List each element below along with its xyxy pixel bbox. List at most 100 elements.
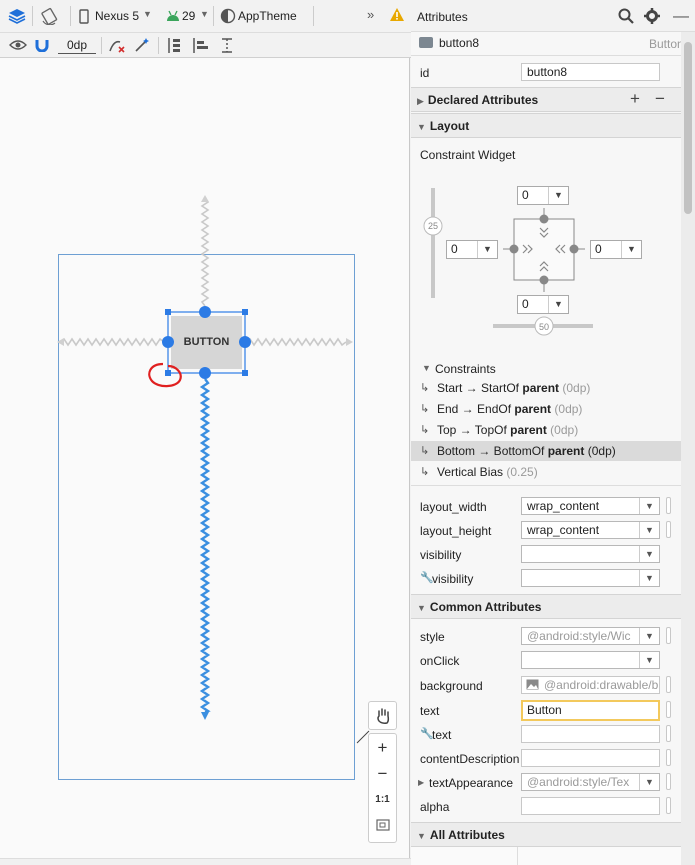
all-attributes-header[interactable]: ▼ All Attributes bbox=[411, 822, 681, 847]
zoom-out-button[interactable]: − bbox=[369, 764, 396, 784]
component-name: button8 bbox=[439, 36, 480, 50]
add-attribute-button[interactable]: + bbox=[630, 89, 640, 109]
eye-icon[interactable] bbox=[9, 39, 27, 51]
gear-icon[interactable] bbox=[644, 8, 660, 24]
infer-constraints-icon[interactable] bbox=[134, 37, 150, 53]
layout-header[interactable]: ▼ Layout bbox=[411, 113, 681, 138]
device-selector[interactable]: Nexus 5 bbox=[95, 9, 139, 23]
id-field[interactable]: button8 bbox=[521, 63, 660, 81]
pan-button[interactable] bbox=[368, 701, 397, 730]
zoom-to-fit-icon[interactable] bbox=[376, 819, 390, 831]
content-description-picker-button[interactable] bbox=[666, 749, 671, 766]
component-type: Button bbox=[649, 37, 684, 51]
chevron-down-icon: ▼ bbox=[621, 241, 641, 258]
constraint-row[interactable]: ↳ End → EndOf parent (0dp) bbox=[411, 399, 681, 419]
declared-attributes-header[interactable]: ▶ Declared Attributes + − bbox=[411, 87, 681, 112]
background-picker-button[interactable] bbox=[666, 676, 671, 693]
layout-attr-dropdown[interactable]: wrap_content ▼ bbox=[521, 521, 660, 539]
text-appearance-picker-button[interactable] bbox=[666, 773, 671, 790]
orientation-icon[interactable] bbox=[40, 7, 60, 25]
tools-text-label: text bbox=[432, 728, 452, 742]
constraint-target: parent bbox=[514, 402, 552, 416]
constraint-overlay bbox=[57, 195, 353, 720]
guidelines-icon[interactable] bbox=[219, 37, 235, 54]
bottom-margin-dropdown[interactable]: 0 ▼ bbox=[517, 295, 569, 314]
constraint-margin: (0dp) bbox=[546, 423, 579, 437]
zoom-in-button[interactable]: + bbox=[369, 738, 396, 758]
chevron-down-icon: ▼ bbox=[639, 652, 659, 668]
panel-scrollbar[interactable] bbox=[681, 32, 695, 865]
panel-header: Attributes — bbox=[411, 0, 695, 32]
remove-attribute-button[interactable]: − bbox=[655, 89, 665, 109]
warning-icon[interactable] bbox=[389, 7, 405, 22]
layout-attr-label: visibility bbox=[420, 548, 462, 562]
tools-text-field[interactable] bbox=[521, 725, 660, 743]
zoom-reset-button[interactable]: 1:1 bbox=[369, 794, 396, 805]
layout-attr-label: layout_width bbox=[420, 500, 487, 514]
common-attributes-header[interactable]: ▼ Common Attributes bbox=[411, 594, 681, 619]
constraint-text: Vertical Bias bbox=[437, 465, 507, 479]
pack-icon[interactable] bbox=[166, 37, 182, 54]
align-icon[interactable] bbox=[192, 37, 210, 54]
text-field[interactable]: Button bbox=[521, 700, 660, 721]
text-appearance-label: textAppearance bbox=[429, 776, 514, 790]
text-picker-button[interactable] bbox=[666, 701, 671, 718]
api-level-selector[interactable]: 29 bbox=[182, 9, 195, 23]
constraint-text: Start → StartOf bbox=[437, 381, 523, 395]
layout-attr-picker-button[interactable] bbox=[666, 521, 671, 538]
minimize-icon[interactable]: — bbox=[673, 8, 689, 26]
vertical-bias-value[interactable]: 25 bbox=[425, 221, 441, 231]
chevron-down-icon: ▼ bbox=[548, 187, 568, 204]
constraints-header[interactable]: Constraints bbox=[435, 362, 496, 376]
right-margin-dropdown[interactable]: 0 ▼ bbox=[590, 240, 642, 259]
constraint-row[interactable]: ↳ Start → StartOf parent (0dp) bbox=[411, 378, 681, 398]
style-picker-button[interactable] bbox=[666, 627, 671, 644]
search-icon[interactable] bbox=[618, 8, 634, 24]
collapse-icon: ▼ bbox=[417, 603, 426, 613]
alpha-picker-button[interactable] bbox=[666, 797, 671, 814]
tools-text-picker-button[interactable] bbox=[666, 725, 671, 742]
layout-attr-dropdown[interactable]: ▼ bbox=[521, 569, 660, 587]
alpha-label: alpha bbox=[420, 800, 450, 814]
content-description-label: contentDescription bbox=[420, 752, 520, 766]
selected-button[interactable]: BUTTON bbox=[171, 336, 242, 348]
constraint-row[interactable]: ↳ Vertical Bias (0.25) bbox=[411, 462, 681, 482]
content-description-field[interactable] bbox=[521, 749, 660, 767]
clear-constraints-icon[interactable] bbox=[108, 38, 126, 53]
canvas-bottom-bar bbox=[0, 858, 411, 865]
image-icon bbox=[526, 679, 539, 690]
onclick-dropdown[interactable]: ▼ bbox=[521, 651, 660, 669]
layout-attr-picker-button[interactable] bbox=[666, 497, 671, 514]
chevron-down-icon: ▼ bbox=[639, 546, 659, 562]
background-field[interactable]: @android:drawable/b bbox=[521, 676, 660, 694]
constraint-row[interactable]: ↳ Bottom → BottomOf parent (0dp) bbox=[411, 441, 681, 461]
horizontal-bias-value[interactable]: 50 bbox=[536, 322, 552, 332]
design-canvas[interactable]: BUTTON + − 1:1 bbox=[0, 58, 410, 858]
constraint-link-icon: ↳ bbox=[420, 403, 430, 415]
chevron-down-icon: ▼ bbox=[477, 241, 497, 258]
constraint-row[interactable]: ↳ Top → TopOf parent (0dp) bbox=[411, 420, 681, 440]
left-margin-dropdown[interactable]: 0 ▼ bbox=[446, 240, 498, 259]
more-actions-button[interactable]: » bbox=[367, 7, 374, 22]
constraint-text: Bottom → BottomOf bbox=[437, 444, 548, 458]
chevron-down-icon: ▼ bbox=[639, 628, 659, 644]
layout-attr-label: layout_height bbox=[420, 524, 492, 538]
expand-icon[interactable]: ▶ bbox=[418, 778, 424, 787]
android-icon bbox=[167, 10, 179, 21]
chevron-down-icon: ▼ bbox=[639, 522, 659, 538]
expand-icon: ▶ bbox=[417, 96, 424, 106]
text-appearance-dropdown[interactable]: @android:style/Tex ▼ bbox=[521, 773, 660, 791]
id-label: id bbox=[420, 66, 430, 80]
layout-attr-label: visibility bbox=[432, 572, 474, 586]
layout-attr-dropdown[interactable]: wrap_content ▼ bbox=[521, 497, 660, 515]
layout-attr-dropdown[interactable]: ▼ bbox=[521, 545, 660, 563]
top-margin-dropdown[interactable]: 0 ▼ bbox=[517, 186, 569, 205]
style-dropdown[interactable]: @android:style/Wic ▼ bbox=[521, 627, 660, 645]
magnet-icon[interactable] bbox=[35, 38, 49, 52]
alpha-field[interactable] bbox=[521, 797, 660, 815]
theme-selector[interactable]: AppTheme bbox=[238, 9, 297, 23]
layers-icon[interactable] bbox=[8, 7, 26, 25]
scrollbar-thumb[interactable] bbox=[684, 42, 692, 214]
default-margin-field[interactable]: 0dp bbox=[58, 36, 96, 54]
style-label: style bbox=[420, 630, 445, 644]
